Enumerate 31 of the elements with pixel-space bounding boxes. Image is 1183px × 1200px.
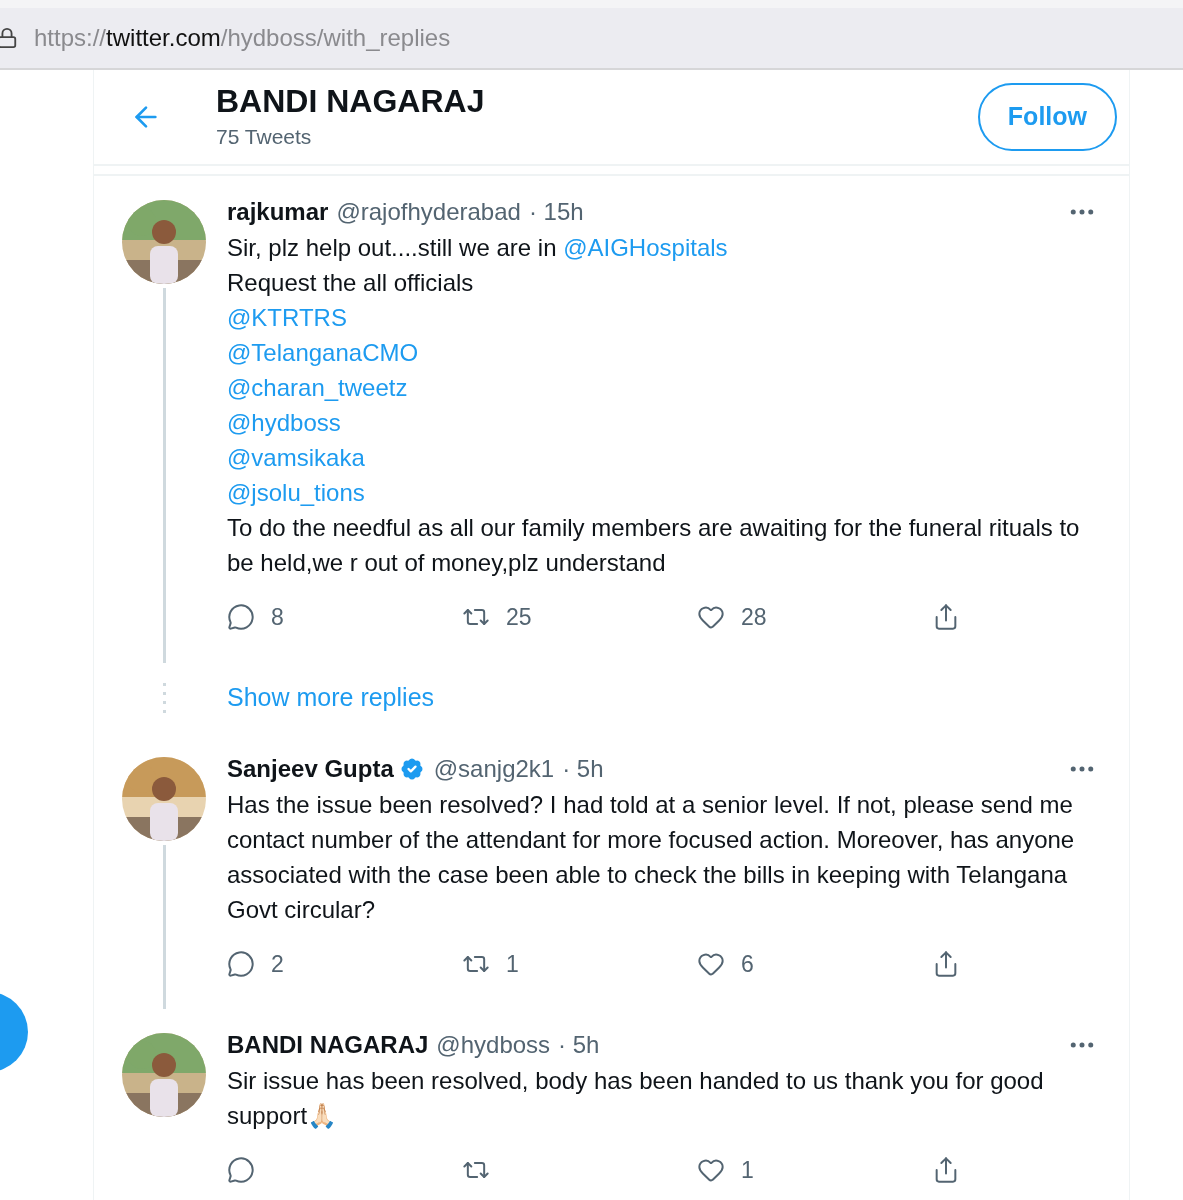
reply-count: 8 <box>271 603 284 632</box>
url-host: twitter.com <box>106 24 221 51</box>
tweet-count: 75 Tweets <box>216 124 313 151</box>
like-count: 1 <box>741 1156 754 1185</box>
reply-icon[interactable] <box>227 1156 255 1185</box>
tweet-time[interactable]: · 15h <box>528 194 584 230</box>
like-count: 6 <box>741 949 754 979</box>
url-path: /hydboss/with_replies <box>220 24 451 51</box>
profile-title: BANDI NAGARAJ <box>216 82 485 122</box>
tweet-text: Sir, plz help out....still we are in @AIGHospitals <box>227 233 729 263</box>
retweet-count: 25 <box>506 603 532 632</box>
reply-icon[interactable] <box>227 603 255 632</box>
author-handle[interactable]: @sanjg2k1 <box>433 750 555 787</box>
author-name[interactable]: rajkumar <box>227 194 329 230</box>
tweet-time[interactable]: · 5h <box>558 1027 600 1063</box>
retweet-count: 1 <box>506 949 519 979</box>
reply-count: 2 <box>271 949 284 979</box>
tweet-text: Sir issue has been resolved, body has been handed to us thank you for good support🙏🏻 <box>227 1066 1045 1131</box>
author-name[interactable]: Sanjeev Gupta <box>227 750 394 787</box>
lock-icon <box>0 27 18 49</box>
author-handle[interactable]: @hydboss <box>436 1027 551 1063</box>
address-bar[interactable]: https://twitter.com/hydboss/with_replies <box>0 8 1183 70</box>
tweet-text: Request the all officials <box>227 268 475 298</box>
tweet-time[interactable]: · 5h <box>562 750 604 787</box>
tweet-text: To do the needful as all our family members are awaiting for the funeral rituals to be held,we r out of money,plz understand <box>227 513 1081 578</box>
reply-icon[interactable] <box>227 949 255 978</box>
like-count: 28 <box>741 603 767 632</box>
url-scheme: https:// <box>34 24 107 51</box>
tweet-text: Has the issue been resolved? I had told at a senior level. If not, please send me contact number of the attendant for more focused action. Moreover, has anyone associated with the case been able to check the bills in keeping with Telangana Govt circular? <box>227 789 1076 925</box>
author-name[interactable]: BANDI NAGARAJ <box>227 1027 429 1063</box>
author-handle[interactable]: @rajofhyderabad <box>336 194 521 230</box>
